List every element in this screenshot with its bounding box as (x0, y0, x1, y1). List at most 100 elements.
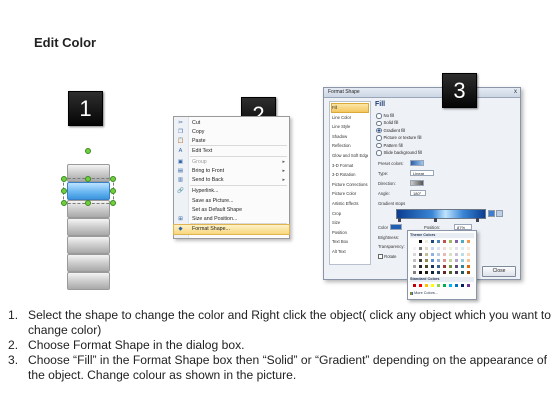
theme-shade-swatch[interactable] (448, 264, 453, 269)
gradient-stop[interactable] (434, 218, 437, 222)
theme-shade-swatch[interactable] (424, 270, 429, 275)
theme-shade-swatch[interactable] (442, 264, 447, 269)
theme-color-swatch[interactable] (424, 239, 429, 244)
remove-stop-button[interactable] (496, 210, 503, 217)
theme-color-swatch[interactable] (418, 239, 423, 244)
direction-dropdown[interactable] (410, 180, 424, 186)
gradient-stop[interactable] (476, 218, 479, 222)
more-colors-link[interactable]: More Colors... (410, 291, 438, 295)
shape-bar[interactable] (67, 236, 110, 254)
standard-color-swatch[interactable] (418, 283, 423, 288)
resize-handle[interactable] (61, 188, 67, 194)
resize-handle[interactable] (85, 176, 91, 182)
theme-shade-swatch[interactable] (448, 246, 453, 251)
gradient-bar[interactable] (396, 209, 486, 219)
theme-shade-swatch[interactable] (436, 264, 441, 269)
theme-shade-swatch[interactable] (466, 252, 471, 257)
theme-shade-swatch[interactable] (448, 252, 453, 257)
theme-shade-swatch[interactable] (460, 252, 465, 257)
menu-item-format-shape[interactable]: ◆ Format Shape... (173, 224, 290, 235)
resize-handle[interactable] (85, 148, 91, 154)
theme-shade-swatch[interactable] (466, 270, 471, 275)
radio-button[interactable] (376, 135, 382, 141)
preset-colors-dropdown[interactable] (410, 160, 424, 166)
theme-shade-swatch[interactable] (418, 246, 423, 251)
theme-shade-swatch[interactable] (436, 270, 441, 275)
category-text-box[interactable]: Text Box (332, 238, 368, 246)
dialog-close-icon[interactable]: x (514, 88, 517, 97)
radio-button[interactable] (376, 113, 382, 119)
fill-option-solid-fill[interactable]: Solid fill (376, 119, 398, 126)
theme-color-swatch[interactable] (412, 239, 417, 244)
menu-item-edit-text[interactable]: A Edit Text (174, 147, 289, 156)
resize-handle[interactable] (61, 200, 67, 206)
theme-color-swatch[interactable] (430, 239, 435, 244)
theme-shade-swatch[interactable] (418, 264, 423, 269)
theme-shade-swatch[interactable] (448, 258, 453, 263)
gradient-stop[interactable] (398, 218, 401, 222)
resize-handle[interactable] (110, 176, 116, 182)
fill-option-slide-background-fill[interactable]: Slide background fill (376, 149, 422, 156)
standard-color-swatch[interactable] (448, 283, 453, 288)
theme-shade-swatch[interactable] (412, 270, 417, 275)
standard-color-swatch[interactable] (412, 283, 417, 288)
theme-shade-swatch[interactable] (424, 258, 429, 263)
category-alt-text[interactable]: Alt Text (332, 248, 368, 256)
category-3-d-rotation[interactable]: 3-D Rotation (332, 171, 368, 179)
theme-shade-swatch[interactable] (454, 252, 459, 257)
theme-shade-swatch[interactable] (412, 246, 417, 251)
category-crop[interactable]: Crop (332, 210, 368, 218)
theme-color-swatch[interactable] (460, 239, 465, 244)
category-shadow[interactable]: Shadow (332, 133, 368, 141)
type-dropdown[interactable]: Linear (410, 170, 434, 176)
theme-shade-swatch[interactable] (442, 258, 447, 263)
resize-handle[interactable] (61, 176, 67, 182)
theme-shade-swatch[interactable] (460, 258, 465, 263)
theme-shade-swatch[interactable] (436, 246, 441, 251)
theme-shade-swatch[interactable] (412, 252, 417, 257)
theme-shade-swatch[interactable] (442, 246, 447, 251)
close-button[interactable]: Close (482, 266, 516, 277)
category-line-style[interactable]: Line Style (332, 123, 368, 131)
theme-shade-swatch[interactable] (454, 258, 459, 263)
category-size[interactable]: Size (332, 219, 368, 227)
theme-shade-swatch[interactable] (454, 246, 459, 251)
menu-item-save-as-picture[interactable]: Save as Picture... (174, 197, 289, 206)
resize-handle[interactable] (85, 200, 91, 206)
theme-shade-swatch[interactable] (460, 270, 465, 275)
menu-item-set-as-default-shape[interactable]: Set as Default Shape (174, 206, 289, 215)
radio-button[interactable] (376, 142, 382, 149)
category-picture-color[interactable]: Picture Color (332, 190, 368, 198)
theme-color-swatch[interactable] (466, 239, 471, 244)
theme-shade-swatch[interactable] (418, 258, 423, 263)
theme-shade-swatch[interactable] (460, 264, 465, 269)
theme-shade-swatch[interactable] (424, 252, 429, 257)
category-line-color[interactable]: Line Color (332, 114, 368, 122)
color-dropdown[interactable] (390, 224, 402, 230)
theme-shade-swatch[interactable] (460, 246, 465, 251)
theme-shade-swatch[interactable] (430, 264, 435, 269)
theme-shade-swatch[interactable] (418, 270, 423, 275)
theme-shade-swatch[interactable] (436, 252, 441, 257)
theme-color-swatch[interactable] (436, 239, 441, 244)
theme-shade-swatch[interactable] (430, 258, 435, 263)
radio-button[interactable] (376, 127, 382, 134)
category-3-d-format[interactable]: 3-D Format (332, 162, 368, 170)
category-position[interactable]: Position (332, 229, 368, 237)
standard-color-swatch[interactable] (454, 283, 459, 288)
theme-shade-swatch[interactable] (436, 258, 441, 263)
shape-bar[interactable] (67, 254, 110, 272)
angle-input[interactable]: 180° (410, 190, 426, 196)
fill-option-picture-or-texture-fill[interactable]: Picture or texture fill (376, 134, 421, 141)
menu-item-copy[interactable]: ❐ Copy (174, 128, 289, 137)
add-stop-button[interactable] (488, 210, 495, 217)
category-glow-and-soft-edges[interactable]: Glow and Soft Edges (332, 152, 368, 160)
category-fill[interactable]: Fill (331, 103, 369, 113)
menu-item-cut[interactable]: ✂ Cut (174, 119, 289, 128)
menu-item-bring-to-front[interactable]: ▤ Bring to Front ▸ (174, 167, 289, 176)
standard-color-swatch[interactable] (460, 283, 465, 288)
theme-color-swatch[interactable] (448, 239, 453, 244)
standard-color-swatch[interactable] (466, 283, 471, 288)
theme-shade-swatch[interactable] (412, 258, 417, 263)
theme-shade-swatch[interactable] (412, 264, 417, 269)
